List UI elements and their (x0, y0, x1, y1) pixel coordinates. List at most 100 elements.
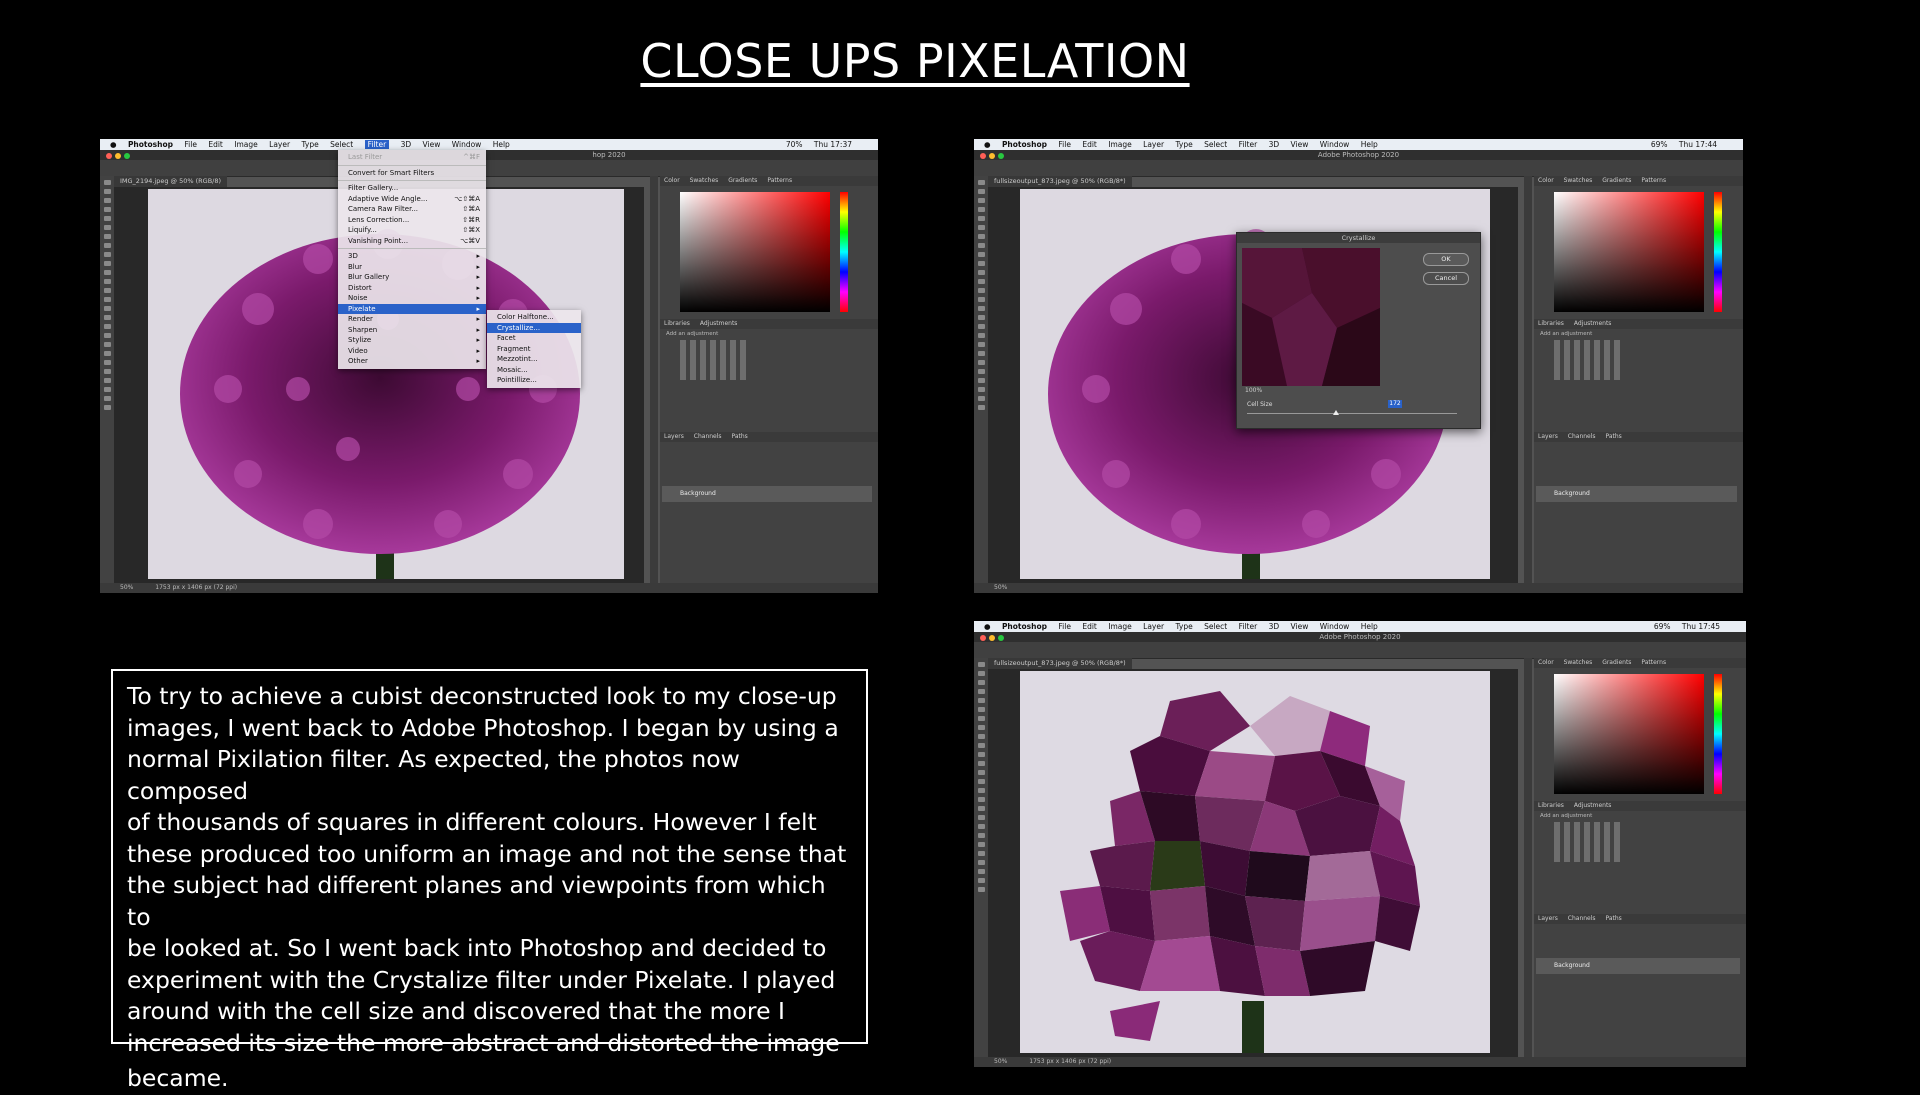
filter-menu-item[interactable]: Adaptive Wide Angle... ⌥⇧⌘A (338, 194, 486, 205)
color-picker-field[interactable] (1554, 674, 1704, 794)
layer-row-background[interactable]: Background (662, 486, 872, 502)
tab-adjustments[interactable]: Adjustments (1574, 320, 1612, 327)
slider-thumb[interactable] (1333, 410, 1339, 415)
panel-dock-strip[interactable] (1524, 658, 1532, 1057)
menu-photoshop[interactable]: Photoshop (1002, 622, 1047, 631)
filter-menu-item[interactable]: Stylize ▸ (338, 335, 486, 346)
tab-gradients[interactable]: Gradients (1602, 177, 1631, 184)
tab-paths[interactable]: Paths (731, 433, 747, 440)
hue-slider[interactable] (1714, 192, 1722, 312)
menu-3d[interactable]: 3D (401, 140, 412, 149)
tab-patterns[interactable]: Patterns (1641, 177, 1666, 184)
menu-layer[interactable]: Layer (1143, 622, 1164, 631)
pixelate-menu-item[interactable]: Color Halftone... (487, 312, 581, 323)
filter-menu-item[interactable]: Sharpen ▸ (338, 325, 486, 336)
adjustment-icons[interactable] (1554, 822, 1624, 862)
filter-menu-item[interactable]: Distort ▸ (338, 283, 486, 294)
tab-channels[interactable]: Channels (694, 433, 722, 440)
menu-edit[interactable]: Edit (208, 140, 223, 149)
dialog-preview[interactable] (1242, 248, 1380, 386)
tab-adjustments[interactable]: Adjustments (1574, 802, 1612, 809)
menu-3d[interactable]: 3D (1269, 622, 1280, 631)
menu-select[interactable]: Select (1204, 622, 1227, 631)
tab-patterns[interactable]: Patterns (1641, 659, 1666, 666)
menu-photoshop[interactable]: Photoshop (1002, 140, 1047, 149)
pixelate-menu-item[interactable]: Mosaic... (487, 365, 581, 376)
menu-view[interactable]: View (1291, 622, 1309, 631)
document-tab[interactable]: IMG_2194.jpeg @ 50% (RGB/8) (114, 176, 228, 187)
pixelate-menu-item[interactable]: Crystallize... (487, 322, 581, 333)
tab-paths[interactable]: Paths (1605, 915, 1621, 922)
menu-help[interactable]: Help (1361, 622, 1378, 631)
filter-menu-item[interactable]: Other ▸ (338, 356, 486, 367)
tab-patterns[interactable]: Patterns (767, 177, 792, 184)
tools-panel[interactable] (974, 658, 988, 1067)
tab-layers[interactable]: Layers (1538, 915, 1558, 922)
hue-slider[interactable] (840, 192, 848, 312)
menu-type[interactable]: Type (1175, 140, 1192, 149)
document-tab[interactable]: fullsizeoutput_873.jpeg @ 50% (RGB/8*) (988, 176, 1132, 187)
filter-menu-item[interactable]: Camera Raw Filter... ⇧⌘A (338, 204, 486, 215)
filter-menu-item[interactable]: Convert for Smart Filters (338, 168, 486, 179)
tab-channels[interactable]: Channels (1568, 433, 1596, 440)
menu-help[interactable]: Help (1361, 140, 1378, 149)
tab-color[interactable]: Color (1538, 177, 1554, 184)
cancel-button[interactable]: Cancel (1423, 272, 1469, 285)
tab-adjustments[interactable]: Adjustments (700, 320, 738, 327)
adjustment-icons[interactable] (1554, 340, 1624, 380)
ok-button[interactable]: OK (1423, 253, 1469, 266)
cell-size-slider[interactable] (1247, 413, 1457, 414)
panel-dock-strip[interactable] (650, 176, 658, 583)
menu-type[interactable]: Type (301, 140, 318, 149)
tab-gradients[interactable]: Gradients (1602, 659, 1631, 666)
pixelate-menu-item[interactable]: Facet (487, 333, 581, 344)
filter-menu-item[interactable]: Blur Gallery ▸ (338, 272, 486, 283)
pixelate-menu-item[interactable]: Mezzotint... (487, 354, 581, 365)
tools-panel[interactable] (100, 176, 114, 593)
pixelate-menu-item[interactable]: Fragment (487, 344, 581, 355)
panel-dock-strip[interactable] (1524, 176, 1532, 583)
menu-filter[interactable]: Filter (364, 140, 390, 149)
adjustment-icons[interactable] (680, 340, 750, 380)
tab-swatches[interactable]: Swatches (1564, 659, 1593, 666)
menu-window[interactable]: Window (452, 140, 482, 149)
tab-layers[interactable]: Layers (664, 433, 684, 440)
tab-color[interactable]: Color (1538, 659, 1554, 666)
filter-menu-item[interactable]: 3D ▸ (338, 251, 486, 262)
filter-menu-item[interactable]: Lens Correction... ⇧⌘R (338, 215, 486, 226)
tab-libraries[interactable]: Libraries (664, 320, 690, 327)
cell-size-input[interactable]: 172 (1388, 400, 1402, 408)
tools-panel[interactable] (974, 176, 988, 593)
color-picker-field[interactable] (680, 192, 830, 312)
menu-select[interactable]: Select (1204, 140, 1227, 149)
menu-select[interactable]: Select (330, 140, 353, 149)
filter-menu-item[interactable]: Pixelate ▸ (338, 303, 486, 314)
filter-menu-item[interactable]: Liquify... ⇧⌘X (338, 225, 486, 236)
menu-file[interactable]: File (1058, 140, 1071, 149)
menu-type[interactable]: Type (1175, 622, 1192, 631)
menu-image[interactable]: Image (234, 140, 258, 149)
filter-menu-item[interactable]: Blur ▸ (338, 262, 486, 273)
preview-zoom[interactable]: 100% (1245, 387, 1262, 394)
menu-filter[interactable]: Filter (1239, 622, 1258, 631)
filter-menu-item[interactable]: Vanishing Point... ⌥⌘V (338, 236, 486, 247)
menu-file[interactable]: File (184, 140, 197, 149)
menu-image[interactable]: Image (1108, 140, 1132, 149)
layer-row-background[interactable]: Background (1536, 486, 1737, 502)
tab-layers[interactable]: Layers (1538, 433, 1558, 440)
hue-slider[interactable] (1714, 674, 1722, 794)
filter-menu-item[interactable]: Video ▸ (338, 346, 486, 357)
menu-view[interactable]: View (423, 140, 441, 149)
filter-menu-item[interactable]: Noise ▸ (338, 293, 486, 304)
tab-swatches[interactable]: Swatches (690, 177, 719, 184)
menu-edit[interactable]: Edit (1082, 622, 1097, 631)
tab-libraries[interactable]: Libraries (1538, 320, 1564, 327)
filter-menu-item[interactable]: Render ▸ (338, 314, 486, 325)
menu-help[interactable]: Help (493, 140, 510, 149)
menu-view[interactable]: View (1291, 140, 1309, 149)
menu-filter[interactable]: Filter (1239, 140, 1258, 149)
canvas-area[interactable] (988, 669, 1518, 1057)
menu-layer[interactable]: Layer (269, 140, 290, 149)
menu-file[interactable]: File (1058, 622, 1071, 631)
tab-paths[interactable]: Paths (1605, 433, 1621, 440)
